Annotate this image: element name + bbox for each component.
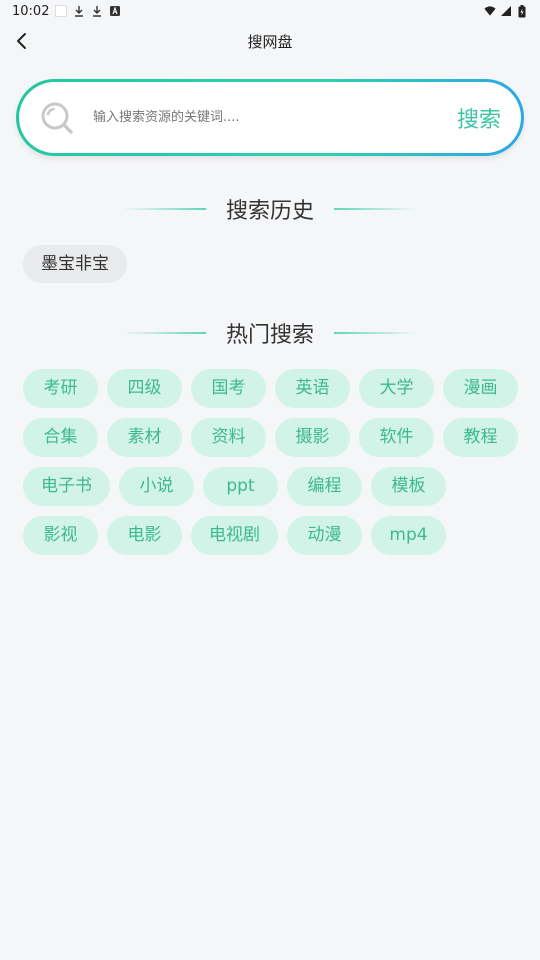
- hot-search-list: 考研 四级 国考 英语 大学 漫画 合集 素材 资料 摄影 软件 教程 电子书 …: [23, 369, 523, 555]
- hot-search-tag[interactable]: 电视剧: [191, 516, 278, 555]
- hot-search-tag[interactable]: 合集: [23, 418, 98, 457]
- app-header: 搜网盘: [0, 22, 540, 60]
- history-section-header: 搜索历史: [0, 192, 540, 226]
- hot-search-tag[interactable]: 影视: [23, 516, 98, 555]
- hot-search-tag[interactable]: 四级: [107, 369, 182, 408]
- hot-search-tag[interactable]: 模板: [371, 467, 446, 506]
- hot-search-tag[interactable]: ppt: [203, 467, 278, 506]
- history-title: 搜索历史: [225, 199, 314, 224]
- chevron-left-icon: [17, 33, 26, 49]
- hot-search-tag[interactable]: 动漫: [287, 516, 362, 555]
- search-bar: 搜索: [16, 79, 524, 156]
- status-bar: 10:02: [0, 0, 540, 22]
- hot-search-tag[interactable]: 漫画: [443, 369, 518, 408]
- hot-search-tag[interactable]: mp4: [371, 516, 446, 555]
- status-right: [484, 4, 528, 17]
- hot-search-tag[interactable]: 编程: [287, 467, 362, 506]
- notification-icon: [55, 5, 68, 17]
- hot-search-tag[interactable]: 国考: [191, 369, 266, 408]
- page-title: 搜网盘: [247, 32, 293, 51]
- hot-section-header: 热门搜索: [0, 316, 540, 350]
- hot-search-tag[interactable]: 英语: [275, 369, 350, 408]
- hot-search-tag[interactable]: 资料: [191, 418, 266, 457]
- signal-icon: [500, 5, 512, 17]
- search-input[interactable]: [91, 109, 457, 126]
- hot-search-tag[interactable]: 教程: [443, 418, 518, 457]
- hot-search-tag[interactable]: 素材: [107, 418, 182, 457]
- back-button[interactable]: [8, 26, 36, 56]
- hot-search-tag[interactable]: 摄影: [275, 418, 350, 457]
- hot-search-tag[interactable]: 大学: [359, 369, 434, 408]
- download-icon: [91, 5, 103, 17]
- hot-title: 热门搜索: [225, 323, 314, 348]
- hot-search-tag[interactable]: 软件: [359, 418, 434, 457]
- search-button[interactable]: 搜索: [457, 102, 501, 134]
- status-left: 10:02: [12, 4, 121, 19]
- history-item[interactable]: 墨宝非宝: [23, 245, 127, 283]
- divider-line: [334, 208, 418, 210]
- battery-icon: [516, 4, 528, 17]
- search-icon: [41, 102, 73, 134]
- hot-search-tag[interactable]: 小说: [119, 467, 194, 506]
- status-time: 10:02: [12, 3, 50, 19]
- hot-search-tag[interactable]: 电子书: [23, 467, 110, 506]
- wifi-icon: [484, 5, 496, 17]
- divider-line: [121, 332, 206, 334]
- divider-line: [121, 208, 206, 210]
- a-badge-icon: [109, 5, 121, 17]
- hot-search-tag[interactable]: 考研: [23, 369, 98, 408]
- hot-search-tag[interactable]: 电影: [107, 516, 182, 555]
- download-icon: [73, 5, 85, 17]
- history-list: 墨宝非宝: [23, 245, 127, 283]
- divider-line: [334, 332, 418, 334]
- search-bar-inner: 搜索: [19, 82, 521, 153]
